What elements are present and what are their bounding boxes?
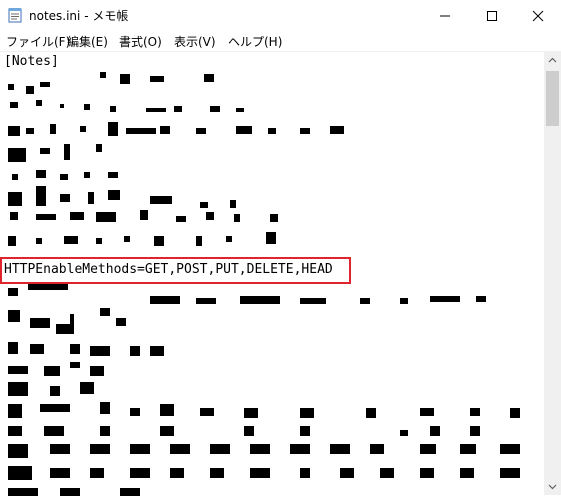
maximize-button[interactable] (469, 0, 515, 31)
menu-edit[interactable]: 編集(E) (67, 33, 108, 50)
minimize-icon (440, 15, 450, 16)
close-icon (532, 10, 544, 21)
menu-view[interactable]: 表示(V) (174, 33, 216, 50)
menu-format[interactable]: 書式(O) (119, 33, 162, 50)
notepad-window: notes.ini - メモ帳 ファイル(F) 編集(E) 書式(O) 表示(V… (0, 0, 561, 496)
chevron-down-icon (548, 484, 557, 489)
title-bar[interactable]: notes.ini - メモ帳 (0, 0, 561, 31)
minimize-button[interactable] (422, 0, 468, 31)
window-title: notes.ini - メモ帳 (29, 9, 129, 23)
close-button[interactable] (515, 0, 561, 31)
menu-help[interactable]: ヘルプ(H) (228, 33, 282, 50)
text-editor-area[interactable]: [Notes] HTTPEnableMethods=GET,POST,PUT,D… (0, 51, 544, 496)
highlight-annotation-box (0, 257, 351, 284)
menu-bar: ファイル(F) 編集(E) 書式(O) 表示(V) ヘルプ(H) (0, 31, 561, 51)
scroll-down-button[interactable] (544, 478, 561, 495)
chevron-up-icon (548, 57, 557, 62)
menu-file[interactable]: ファイル(F) (6, 33, 70, 50)
vertical-scrollbar[interactable] (544, 51, 561, 495)
scrollbar-thumb[interactable] (546, 71, 559, 126)
scroll-up-button[interactable] (544, 51, 561, 68)
notepad-app-icon (8, 8, 22, 23)
maximize-icon (487, 10, 497, 21)
